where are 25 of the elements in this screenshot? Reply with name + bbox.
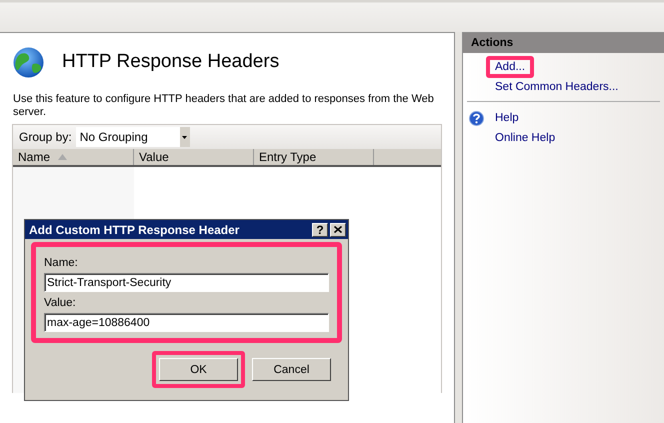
- caret-icon: [182, 136, 188, 138]
- field-label: Value:: [44, 297, 77, 309]
- group-by-dropdown[interactable]: No Grouping: [76, 127, 190, 147]
- field-label: Name:: [44, 257, 79, 269]
- action-link[interactable]: Add...: [486, 56, 534, 78]
- column-header[interactable]: Value: [134, 149, 254, 165]
- actions-header: Actions: [463, 33, 664, 53]
- text-field[interactable]: max-age=10886400: [44, 313, 329, 332]
- group-by-label: Group by:: [19, 130, 72, 144]
- action-link[interactable]: Set Common Headers...: [486, 76, 628, 98]
- dialog-button[interactable]: OK: [159, 358, 238, 381]
- close-button[interactable]: [330, 222, 346, 236]
- globe-icon: [13, 46, 44, 78]
- column-header[interactable]: Entry Type: [254, 149, 374, 165]
- dialog-button[interactable]: Cancel: [252, 358, 331, 381]
- close-icon: [334, 226, 342, 233]
- page-title: HTTP Response Headers: [62, 51, 280, 73]
- action-link[interactable]: Online Help: [486, 127, 564, 149]
- help-icon: [469, 110, 484, 126]
- description-text: Use this feature to configure HTTP headers that are added to responses from the Web server.: [13, 93, 435, 119]
- column-header[interactable]: Name: [13, 149, 134, 165]
- text-field[interactable]: Strict-Transport-Security: [44, 273, 329, 292]
- help-button[interactable]: ?: [312, 222, 328, 236]
- dialog-title: Add Custom HTTP Response Header: [29, 222, 240, 236]
- action-link[interactable]: Help: [486, 107, 528, 129]
